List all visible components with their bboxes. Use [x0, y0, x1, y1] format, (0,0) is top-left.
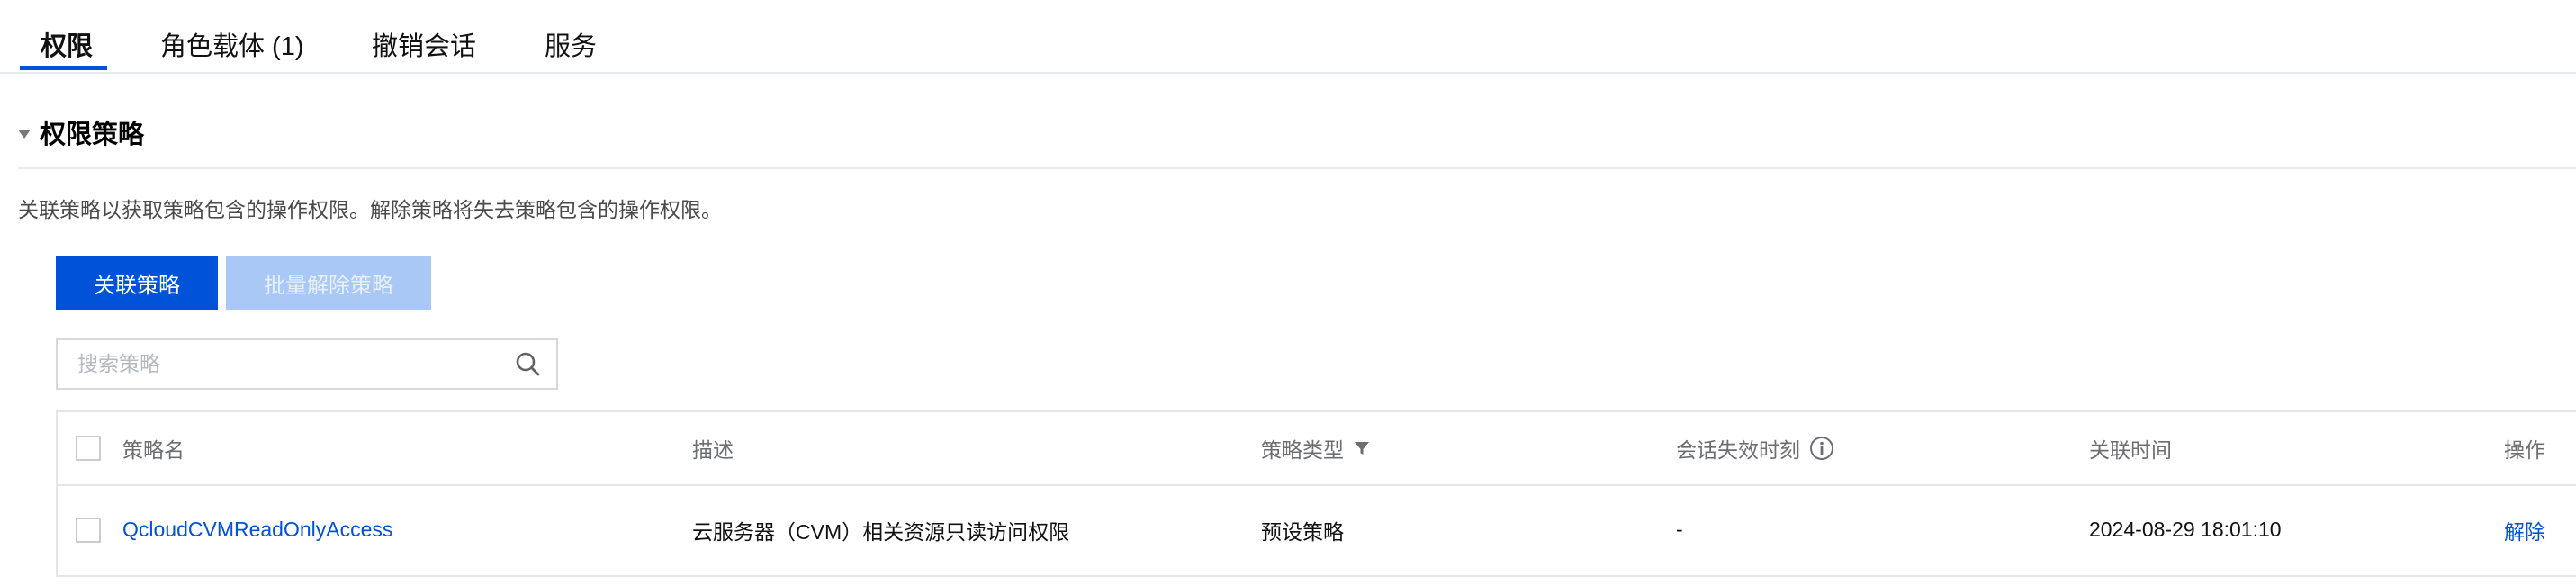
header-policy-type-label: 策略类型: [1261, 438, 1344, 462]
attach-policy-button[interactable]: 关联策略: [56, 256, 218, 310]
info-icon[interactable]: [1809, 436, 1834, 461]
search-input[interactable]: [76, 351, 502, 377]
section-title: 权限策略: [40, 121, 145, 149]
header-session-expiry: 会话失效时刻: [1676, 412, 1834, 484]
tab-services[interactable]: 服务: [545, 25, 597, 63]
policy-table: 策略名 描述 策略类型 会话失效时刻 关联时间 操作 QcloudCVMRead…: [56, 410, 2576, 577]
table-header: 策略名 描述 策略类型 会话失效时刻 关联时间 操作: [58, 412, 2576, 486]
session-expiry-value: -: [1676, 518, 1683, 541]
permission-policy-section-toggle[interactable]: 权限策略: [18, 113, 144, 151]
header-session-expiry-label: 会话失效时刻: [1676, 438, 1800, 462]
filter-icon[interactable]: [1353, 439, 1371, 457]
policy-name-link[interactable]: QcloudCVMReadOnlyAccess: [122, 486, 392, 573]
select-all-checkbox[interactable]: [76, 436, 101, 461]
header-description: 描述: [692, 438, 734, 462]
row-select-checkbox[interactable]: [76, 518, 101, 543]
attach-time-value: 2024-08-29 18:01:10: [2089, 518, 2282, 541]
table-row: QcloudCVMReadOnlyAccess 云服务器（CVM）相关资源只读访…: [58, 486, 2576, 573]
caret-down-icon: [18, 130, 31, 139]
policy-search-box: [56, 338, 558, 390]
policy-type: 预设策略: [1261, 519, 1344, 544]
tab-permissions[interactable]: 权限: [41, 25, 93, 63]
search-icon[interactable]: [515, 351, 542, 382]
tab-bar: 权限 角色载体 (1) 撤销会话 服务: [0, 0, 2576, 74]
policy-description: 云服务器（CVM）相关资源只读访问权限: [692, 519, 1070, 544]
section-description: 关联策略以获取策略包含的操作权限。解除策略将失去策略包含的操作权限。: [18, 198, 722, 221]
tab-role-carrier[interactable]: 角色载体 (1): [160, 25, 304, 63]
batch-detach-policy-button[interactable]: 批量解除策略: [226, 256, 431, 310]
tab-revoke-session[interactable]: 撤销会话: [372, 25, 476, 63]
header-policy-name: 策略名: [122, 438, 185, 462]
header-attach-time: 关联时间: [2089, 438, 2172, 462]
header-actions: 操作: [2504, 438, 2545, 462]
header-policy-type: 策略类型: [1261, 412, 1371, 484]
active-tab-indicator: [20, 66, 107, 70]
detach-link[interactable]: 解除: [2504, 486, 2545, 573]
section-divider: [18, 167, 2576, 169]
